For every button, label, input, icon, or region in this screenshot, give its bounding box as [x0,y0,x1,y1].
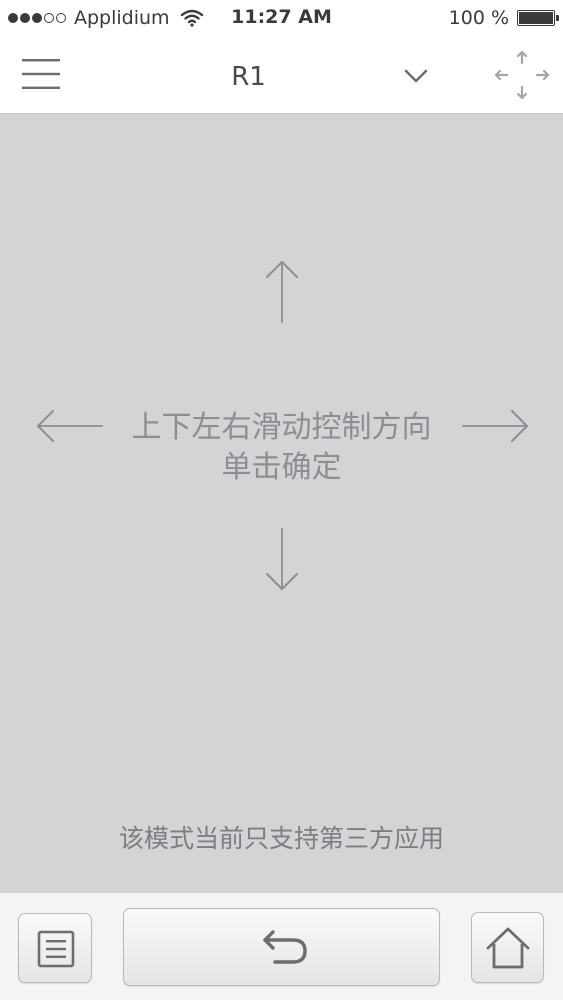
menu-list-button[interactable] [18,913,92,983]
hint-line-2: 单击确定 [221,450,342,485]
arrow-down-icon [266,528,298,590]
gesture-touchpad[interactable]: 上下左右滑动控制方向 单击确定 该模式当前只支持第三方应用 [0,114,563,893]
back-button[interactable] [123,908,440,986]
status-bar: Applidium 11:27 AM 100 % [0,0,563,36]
home-button[interactable] [471,912,544,983]
device-dropdown-button[interactable] [400,64,432,88]
hint-line-1: 上下左右滑动控制方向 [131,410,432,445]
mode-note: 该模式当前只支持第三方应用 [118,824,444,853]
status-right: 100 % [448,6,559,30]
battery-percent: 100 % [448,7,509,29]
remote-control-screen: Applidium 11:27 AM 100 % R1 上下左右滑动控制方向 单… [0,0,563,1000]
list-icon [37,930,75,968]
nav-bar: R1 [0,36,563,114]
four-way-arrows-icon [494,50,550,100]
mode-switch-button[interactable] [493,49,551,101]
home-icon [486,927,530,969]
bottom-toolbar [0,893,563,1000]
battery-icon [517,10,559,26]
arrow-up-icon [266,261,298,323]
direction-arrows [37,261,528,590]
chevron-down-icon [404,69,428,83]
gesture-hint: 上下左右滑动控制方向 单击确定 [0,408,563,488]
back-arrow-icon [263,930,307,964]
